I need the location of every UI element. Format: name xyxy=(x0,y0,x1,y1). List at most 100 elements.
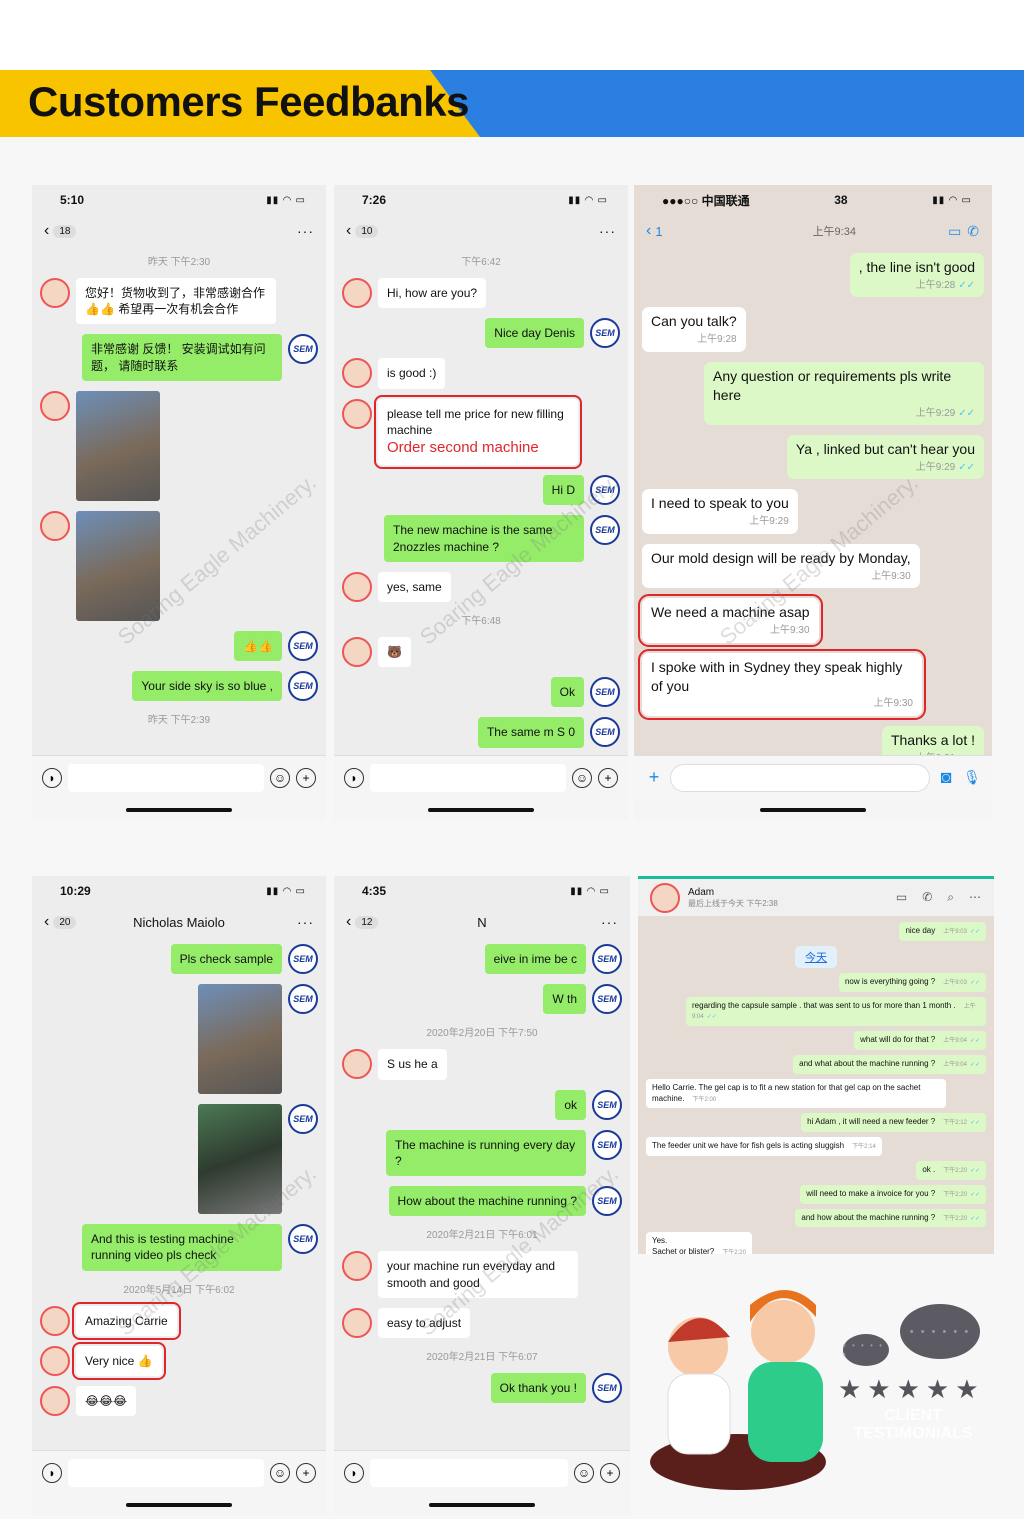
sender-avatar-sem: SEM xyxy=(592,1129,622,1160)
emoji-icon[interactable]: ☺ xyxy=(270,1462,290,1483)
status-bar: 5:10 ▮▮ ◠ ▭ xyxy=(32,185,326,215)
call-actions[interactable]: ▭ ✆ xyxy=(948,223,980,240)
message-bubble: yes, same xyxy=(378,571,451,602)
input-bar: ◗ ☺ + xyxy=(334,1450,630,1494)
emoji-icon[interactable]: ☺ xyxy=(270,767,290,788)
image-message[interactable] xyxy=(76,510,160,621)
plus-icon[interactable]: + xyxy=(644,767,664,788)
video-message[interactable] xyxy=(198,1104,282,1215)
plus-icon[interactable]: + xyxy=(296,767,316,788)
time-text: 上午9:31 xyxy=(916,753,955,755)
people-illustration xyxy=(650,1290,826,1490)
time-text: 下午2:20 xyxy=(943,1215,967,1222)
more-icon[interactable]: ··· xyxy=(297,223,314,239)
message-text: Ok xyxy=(559,685,575,700)
message-text: is good :) xyxy=(387,366,437,381)
contact-avatar xyxy=(342,1049,372,1080)
time-text: 上午9:29 xyxy=(749,516,789,528)
chat-messages[interactable]: nice day 上午9:03 ✓✓ 今天 now is everything goin… xyxy=(638,916,994,1254)
chat-messages[interactable]: Soaring Eagle Machinery. eive in ime be c… xyxy=(334,938,630,1450)
message-bubble: 您好！货物收到了，非常感谢合作👍👍 希望再一次有机会合作 xyxy=(76,278,276,325)
message-time: 上午9:28 ✓✓ xyxy=(859,279,975,293)
message-row: And this is testing machine running vide… xyxy=(40,1224,318,1271)
message-bubble: now is everything going ? 上午9:03 ✓✓ xyxy=(838,972,986,992)
mic-icon[interactable]: 🎙 xyxy=(962,768,982,788)
chat-messages[interactable]: Soaring Eagle Machinery. Pls check sample… xyxy=(32,938,326,1450)
back-button[interactable]: ‹ xyxy=(44,222,49,240)
chat-header: ‹ 1 上午9:34 ▭ ✆ xyxy=(634,215,992,247)
phone-icon[interactable]: ✆ xyxy=(922,890,933,905)
more-icon[interactable]: ··· xyxy=(297,914,314,930)
message-text: Nice day Denis xyxy=(494,326,575,341)
plus-icon[interactable]: + xyxy=(600,1462,620,1483)
voice-icon[interactable]: ◗ xyxy=(344,1462,364,1483)
back-button[interactable]: ‹ xyxy=(346,222,351,240)
time-text: 上午9:04 xyxy=(943,1038,967,1045)
camera-icon[interactable]: ◙ xyxy=(936,767,956,788)
back-button[interactable]: ‹ xyxy=(346,913,351,931)
message-bubble: , the line isn't good 上午9:28 ✓✓ xyxy=(849,253,984,298)
timestamp: 昨天 下午2:30 xyxy=(147,257,211,268)
message-input[interactable] xyxy=(68,763,264,792)
message-time: 上午9:30 xyxy=(651,570,910,584)
message-row: Ya , linked but can't hear you 上午9:29 ✓✓ xyxy=(642,435,984,480)
emoji-icon[interactable]: ☺ xyxy=(574,1462,594,1483)
message-row: please tell me price for new filling mac… xyxy=(342,394,620,470)
chat-messages[interactable]: Soaring Eagle Machinery. 昨天 下午2:30 您好！货物收到… xyxy=(32,247,326,755)
message-time: 上午9:03 ✓✓ xyxy=(943,929,980,935)
message-row: Our mold design will be ready by Monday,… xyxy=(642,543,984,589)
plus-icon[interactable]: + xyxy=(296,1462,316,1483)
input-bar: ◗ ☺ + xyxy=(32,1450,326,1494)
read-receipt-icon: ✓✓ xyxy=(969,1167,980,1174)
contact-avatar xyxy=(342,636,372,667)
message-input[interactable] xyxy=(68,1458,264,1487)
last-seen: 最后上线于今天 下午2:38 xyxy=(688,898,778,908)
video-call-icon[interactable]: ▭ xyxy=(896,890,908,905)
message-input[interactable] xyxy=(370,763,566,792)
message-input[interactable] xyxy=(370,1458,568,1487)
chat-header: ‹ 18 ··· xyxy=(32,215,326,247)
message-time: 下午2:20 ✓✓ xyxy=(943,1168,980,1174)
message-bubble: 👍👍 xyxy=(234,630,282,661)
message-row: Your side sky is so blue , SEM xyxy=(40,670,318,702)
message-text: please tell me price for new filling mac… xyxy=(387,406,564,437)
message-time: 上午9:04 ✓✓ xyxy=(943,1038,980,1044)
more-icon[interactable]: ··· xyxy=(601,914,618,930)
more-icon[interactable]: ⋯ xyxy=(969,890,982,905)
voice-icon[interactable]: ◗ xyxy=(344,767,364,788)
caption-line-1: CLIENT xyxy=(884,1407,942,1424)
message-text: , the line isn't good xyxy=(858,259,975,275)
back-button[interactable]: ‹ xyxy=(44,913,49,931)
message-row: 🐻 xyxy=(342,636,620,668)
message-bubble: W th xyxy=(543,984,586,1015)
voice-icon[interactable]: ◗ xyxy=(42,767,62,788)
plus-icon[interactable]: + xyxy=(598,767,618,788)
message-text: hi Adam , it will need a new feeder ? xyxy=(807,1117,936,1127)
chat-header: ‹ 20 Nicholas Maiolo ··· xyxy=(32,906,326,938)
status-bar: 7:26 ▮▮ ◠ ▭ xyxy=(334,185,628,215)
chat-title: N xyxy=(477,914,487,930)
system-message: 今天 xyxy=(795,945,837,968)
read-receipt-icon: ✓✓ xyxy=(706,1014,717,1021)
message-input[interactable] xyxy=(670,763,930,792)
status-icons: ▮▮ ◠ ▭ xyxy=(266,194,306,206)
image-message[interactable] xyxy=(76,390,160,501)
speech-bubble-small: • • • • • • xyxy=(843,1334,889,1366)
sender-avatar-sem: SEM xyxy=(288,1224,318,1255)
chat-messages[interactable]: Soaring Eagle Machinery. 下午6:42 Hi, how ar… xyxy=(334,247,628,755)
back-button[interactable]: ‹ xyxy=(646,222,651,240)
emoji-icon[interactable]: ☺ xyxy=(572,767,592,788)
message-bubble: Thanks a lot ! 上午9:31✓✓ xyxy=(881,725,984,755)
chat-messages[interactable]: Soaring Eagle Machinery., the line isn't… xyxy=(634,247,992,755)
sender-avatar-sem: SEM xyxy=(288,334,318,365)
message-text: The same m S 0 xyxy=(486,725,575,740)
contact-name: Adam xyxy=(688,886,715,898)
search-icon[interactable]: ⌕ xyxy=(947,890,955,905)
voice-icon[interactable]: ◗ xyxy=(42,1462,62,1483)
timestamp: 2020年2月21日 下午6:07 xyxy=(426,1351,538,1363)
sender-avatar-sem: SEM xyxy=(288,984,318,1015)
image-message[interactable] xyxy=(198,984,282,1095)
more-icon[interactable]: ··· xyxy=(599,223,616,239)
message-text: now is everything going ? xyxy=(844,976,936,986)
message-row xyxy=(40,510,318,621)
